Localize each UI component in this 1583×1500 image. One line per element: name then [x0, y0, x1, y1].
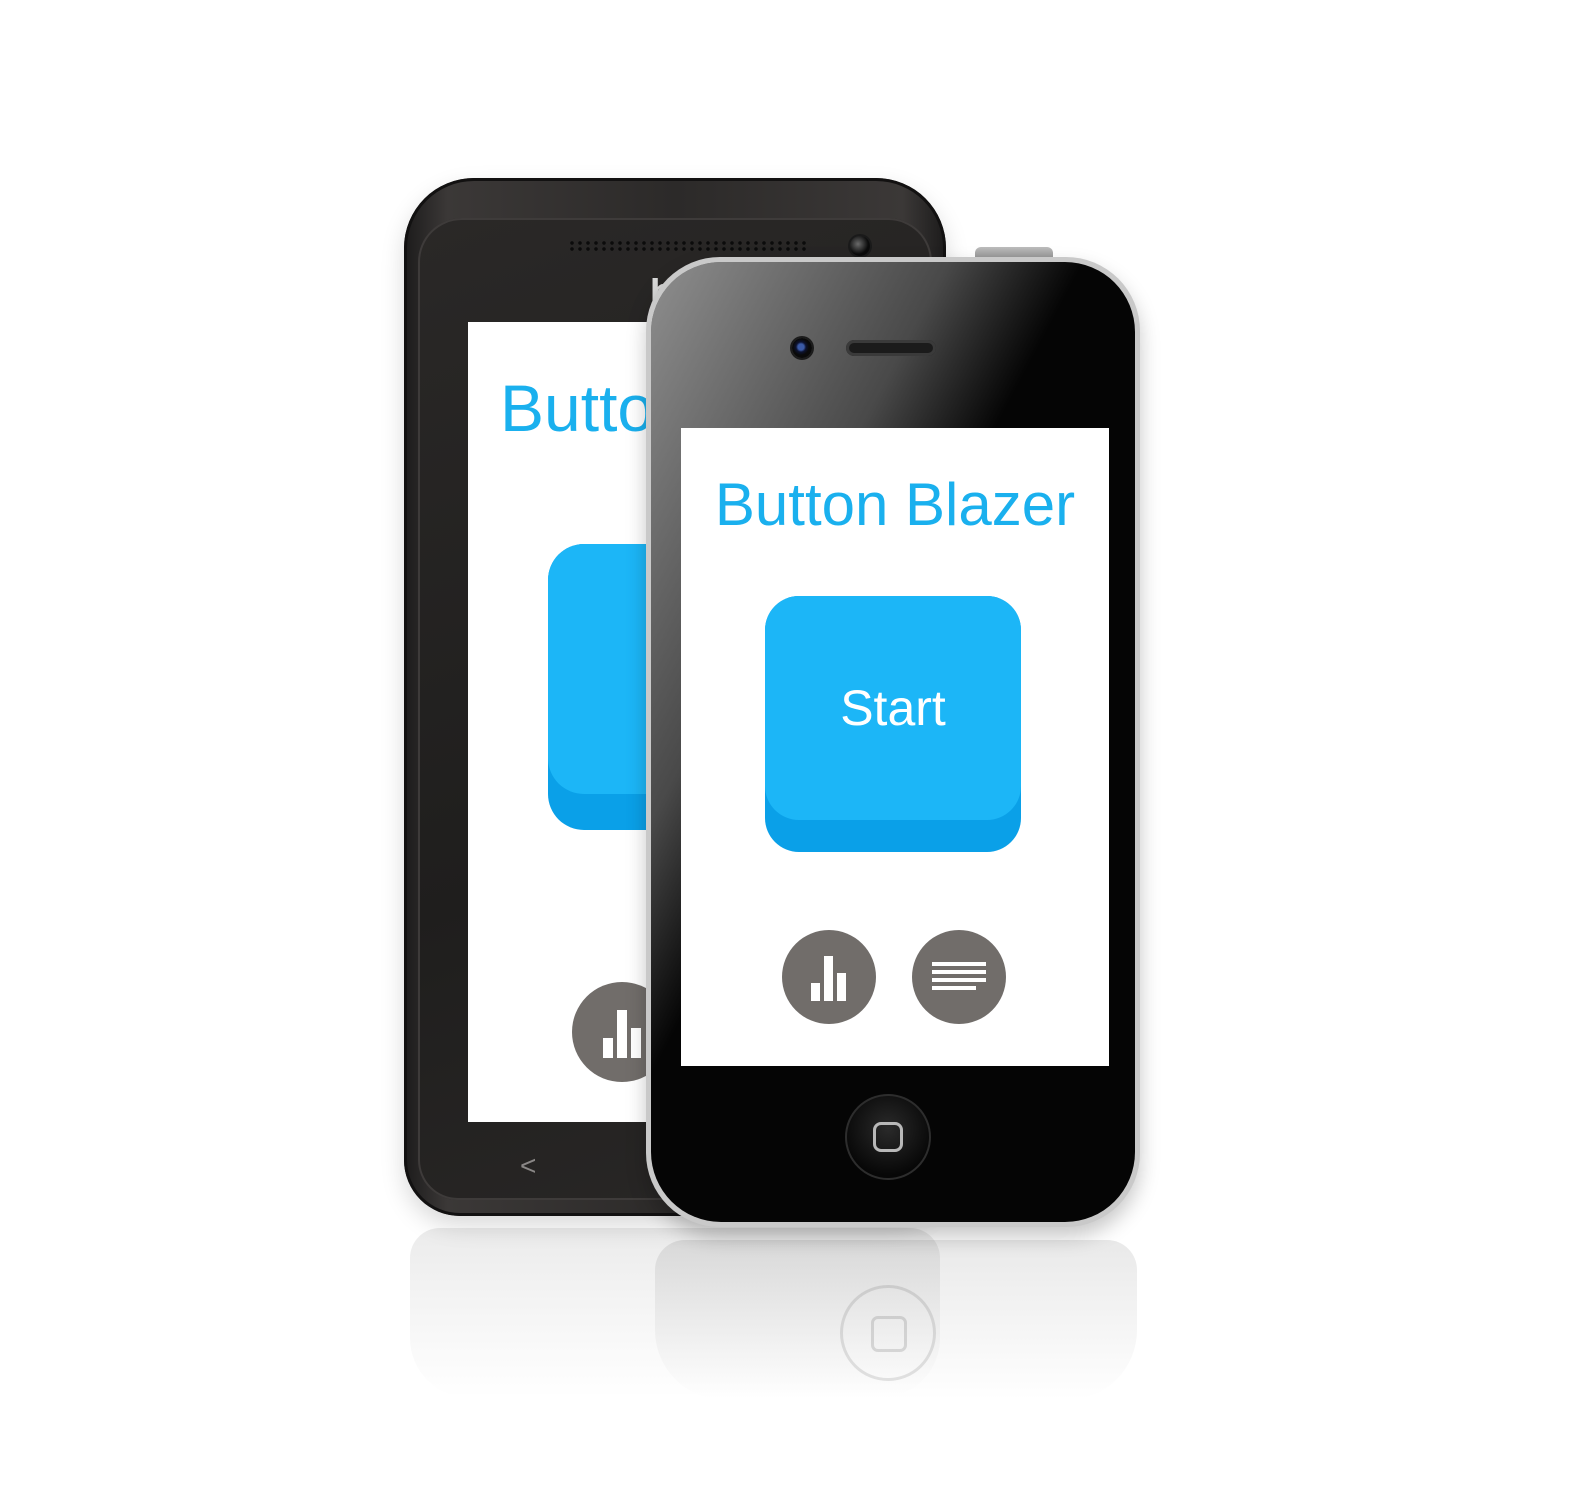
home-button[interactable]: [845, 1094, 931, 1180]
front-camera-icon: [850, 236, 870, 256]
start-button-face: Start: [765, 596, 1021, 820]
app-title: Button Blazer: [714, 471, 1076, 538]
stats-button[interactable]: [782, 930, 876, 1024]
menu-button[interactable]: [912, 930, 1006, 1024]
start-button[interactable]: Start: [765, 596, 1021, 852]
back-arrow-icon[interactable]: <: [520, 1150, 536, 1182]
bar-chart-icon: [811, 956, 846, 1001]
home-button-icon: [873, 1122, 903, 1152]
iphone: Button Blazer Start: [646, 257, 1140, 1227]
iphone-screen: Button Blazer Start: [681, 428, 1109, 1066]
home-button-reflection: [840, 1285, 936, 1381]
earpiece-speaker: [846, 340, 936, 356]
front-camera-icon: [792, 338, 812, 358]
iphone-body: Button Blazer Start: [651, 262, 1135, 1222]
speaker-grille: [568, 240, 808, 252]
menu-lines-icon: [932, 962, 986, 990]
start-button-label: Start: [840, 680, 946, 736]
